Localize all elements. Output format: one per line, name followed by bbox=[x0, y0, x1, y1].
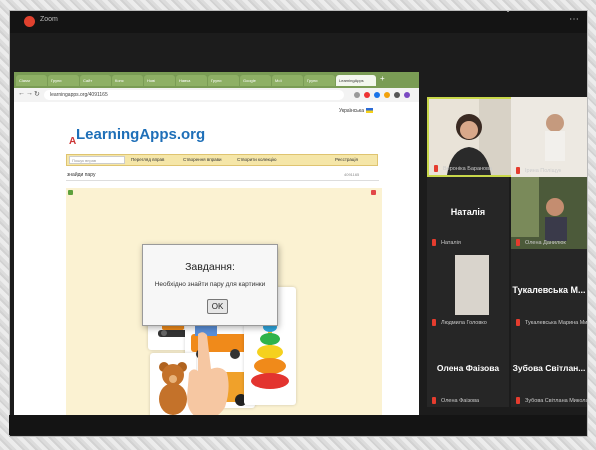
participant-display-name: Зубова Світлан... bbox=[512, 363, 586, 373]
ukraine-flag-icon bbox=[366, 108, 373, 113]
menu-browse-apps[interactable]: Перегляд вправ bbox=[131, 157, 164, 162]
participant-name: Вероніка Баранова bbox=[443, 166, 493, 172]
chevron-down-icon[interactable]: ⌄ bbox=[498, 4, 518, 16]
participant-tile[interactable]: Ірина Поліщук bbox=[511, 97, 587, 177]
forward-arrow-icon[interactable]: → bbox=[26, 90, 33, 97]
participant-tile[interactable]: Олена Данилюк bbox=[511, 177, 587, 249]
meeting-label: Zoom bbox=[40, 16, 58, 23]
extension-icon[interactable] bbox=[364, 92, 370, 98]
profile-avatar[interactable] bbox=[404, 92, 410, 98]
browser-tab[interactable]: Групи bbox=[304, 75, 335, 86]
participant-display-name: Наталія bbox=[450, 207, 486, 217]
more-options-icon[interactable]: ⋯ bbox=[569, 14, 579, 25]
reload-icon[interactable]: ↻ bbox=[34, 90, 40, 98]
participant-name: Зубова Світлана Микола bbox=[525, 398, 589, 404]
participant-video bbox=[429, 99, 511, 175]
browser-tab[interactable]: Google bbox=[240, 75, 271, 86]
app-icon[interactable] bbox=[68, 190, 73, 195]
app-id: 4091165 bbox=[344, 172, 360, 177]
participant-tile-speaker[interactable]: Вероніка Баранова bbox=[427, 97, 513, 177]
mic-muted-icon bbox=[516, 167, 520, 174]
extension-icon[interactable] bbox=[394, 92, 400, 98]
browser-tab[interactable]: Classr bbox=[16, 75, 47, 86]
bookmark-icon[interactable] bbox=[354, 92, 360, 98]
search-input[interactable]: Пошук вправ bbox=[69, 156, 125, 164]
mic-muted-icon bbox=[432, 397, 436, 404]
language-selector[interactable]: Українська bbox=[339, 108, 364, 114]
participant-video bbox=[511, 177, 587, 249]
participant-tile[interactable]: Олена Фаізова Олена Фаізова bbox=[427, 329, 509, 407]
menu-create-app[interactable]: Створення вправи bbox=[183, 157, 222, 162]
browser-tab-strip: Classr Групи Сайт Конс Нові Навча Групи … bbox=[14, 72, 419, 88]
mic-muted-icon bbox=[516, 319, 520, 326]
pointing-hand-icon bbox=[187, 332, 229, 420]
dialog-title: Завдання: bbox=[185, 261, 235, 273]
browser-tab[interactable]: Мої bbox=[272, 75, 303, 86]
participant-tile[interactable]: Людмила Головко bbox=[427, 249, 509, 329]
record-icon bbox=[24, 16, 35, 27]
url-field[interactable]: learningapps.org/4091165 bbox=[44, 90, 344, 100]
new-tab-icon[interactable]: + bbox=[380, 74, 385, 83]
dialog-text: Необхідно знайти пару для картинки bbox=[154, 281, 266, 288]
browser-tab[interactable]: Нові bbox=[144, 75, 175, 86]
browser-tab[interactable]: Конс bbox=[112, 75, 143, 86]
extension-icon[interactable] bbox=[384, 92, 390, 98]
participant-tile[interactable]: Наталія Наталія bbox=[427, 177, 509, 249]
divider bbox=[66, 180, 379, 181]
address-bar-row: ← → ↻ learningapps.org/4091165 bbox=[14, 88, 419, 103]
browser-tab[interactable]: Сайт bbox=[80, 75, 111, 86]
back-arrow-icon[interactable]: ← bbox=[18, 90, 25, 97]
participant-name: Ірина Поліщук bbox=[525, 168, 562, 174]
zoom-bottom-bar bbox=[9, 415, 586, 435]
mic-muted-icon bbox=[434, 165, 438, 172]
participant-name: Олена Фаізова bbox=[441, 398, 480, 404]
fullscreen-icon[interactable] bbox=[371, 190, 376, 195]
participant-tile[interactable]: Зубова Світлан... Зубова Світлана Микола bbox=[511, 329, 589, 407]
site-menu-bar: Пошук вправ Перегляд вправ Створення впр… bbox=[66, 154, 378, 166]
browser-tab[interactable]: Групи bbox=[48, 75, 79, 86]
mic-muted-icon bbox=[516, 397, 520, 404]
participant-tile[interactable]: Тукалевська М... Тукалевська Марина Ми bbox=[511, 249, 587, 329]
ok-button[interactable]: OK bbox=[207, 299, 228, 314]
browser-tab[interactable]: Навча bbox=[176, 75, 207, 86]
app-title: знайди пару bbox=[67, 172, 96, 178]
participant-name: Наталія bbox=[441, 240, 461, 246]
participant-name: Людмила Головко bbox=[441, 320, 487, 326]
participant-name: Тукалевська Марина Ми bbox=[525, 320, 588, 326]
browser-tab[interactable]: Групи bbox=[208, 75, 239, 86]
participant-video bbox=[511, 97, 587, 177]
menu-register[interactable]: Реєстрація bbox=[335, 157, 358, 162]
participant-video bbox=[427, 249, 509, 329]
extension-icon[interactable] bbox=[374, 92, 380, 98]
menu-create-collection[interactable]: Створити колекцію bbox=[237, 157, 276, 162]
participants-panel: Вероніка Баранова Ірина Поліщук Наталія … bbox=[423, 97, 589, 415]
participant-display-name: Олена Фаізова bbox=[436, 363, 500, 373]
participant-name: Олена Данилюк bbox=[525, 240, 566, 246]
task-dialog: Завдання: Необхідно знайти пару для карт… bbox=[142, 244, 278, 326]
site-logo[interactable]: LearningApps.org bbox=[76, 126, 205, 143]
mic-muted-icon bbox=[432, 239, 436, 246]
participant-display-name: Тукалевська М... bbox=[512, 285, 586, 295]
mic-muted-icon bbox=[432, 319, 436, 326]
browser-tab-active[interactable]: LearningApps bbox=[336, 75, 376, 86]
mic-muted-icon bbox=[516, 239, 520, 246]
